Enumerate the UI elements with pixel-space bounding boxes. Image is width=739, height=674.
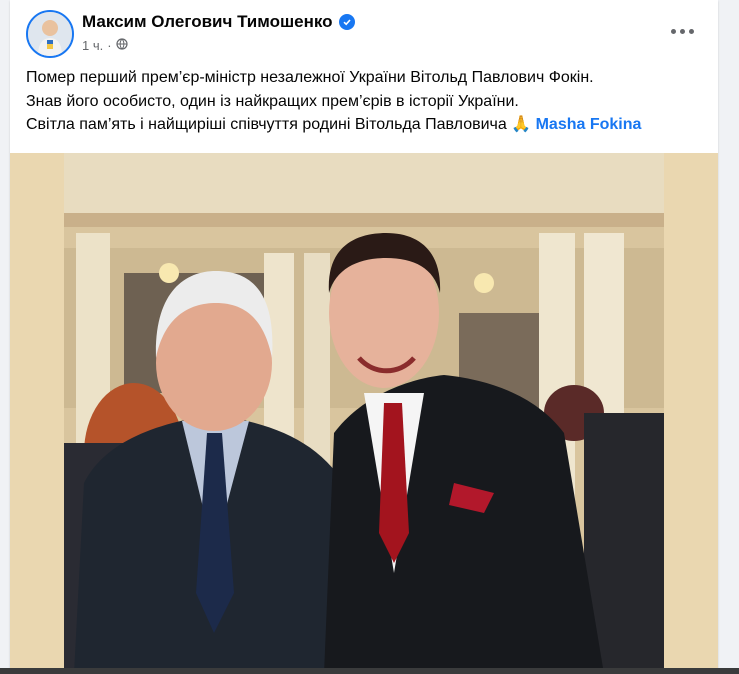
post-photo[interactable] <box>64 153 664 674</box>
pray-emoji-icon: 🙏 <box>511 116 532 133</box>
post-line-1: Помер перший прем’єр-міністр незалежної … <box>26 69 594 86</box>
post-time[interactable]: 1 ч. <box>82 38 103 53</box>
author-name-row: Максим Олегович Тимошенко <box>82 12 355 32</box>
separator-dot: · <box>107 38 112 53</box>
post-text: Помер перший прем’єр-міністр незалежної … <box>26 66 708 137</box>
post-line-2: Знав його особисто, один із найкращих пр… <box>26 92 519 110</box>
post-line-3-text: Світла пам’ять і найщиріші співчуття род… <box>26 116 507 133</box>
globe-icon <box>115 38 128 53</box>
post-header: Максим Олегович Тимошенко 1 ч. · <box>22 10 706 60</box>
mention-link[interactable]: Masha Fokina <box>536 116 642 133</box>
photo-frame <box>10 153 718 674</box>
bottom-bar <box>0 668 739 674</box>
post-card: Максим Олегович Тимошенко 1 ч. · Помер п… <box>10 0 718 674</box>
verified-badge-icon <box>338 14 355 30</box>
post-line-3: Світла пам’ять і найщиріші співчуття род… <box>26 113 708 137</box>
post-meta: 1 ч. · <box>82 38 128 53</box>
more-options-icon[interactable] <box>666 20 698 42</box>
author-avatar[interactable] <box>26 10 74 58</box>
author-name[interactable]: Максим Олегович Тимошенко <box>82 12 333 32</box>
